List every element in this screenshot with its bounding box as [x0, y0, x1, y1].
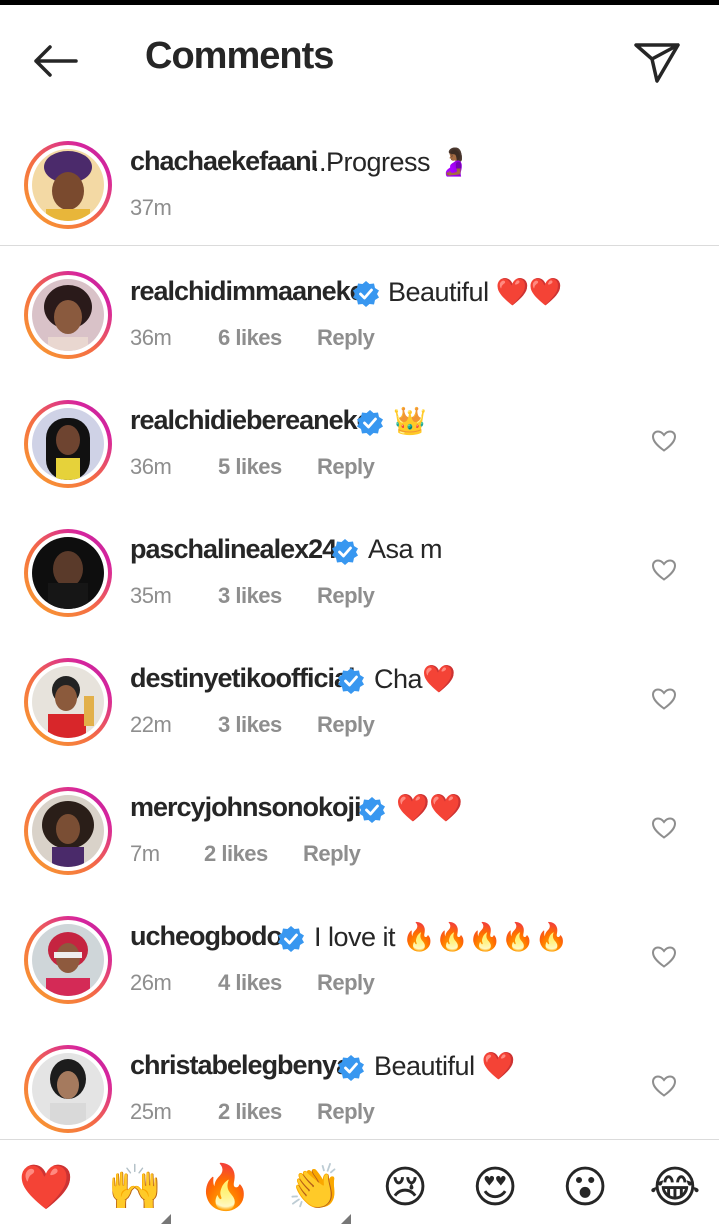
verified-badge-icon [353, 281, 379, 307]
reply-button[interactable]: Reply [317, 583, 375, 609]
comment-time: 25m [130, 1099, 172, 1124]
comment-item: christabelegbenya Beautiful ❤️ 25m 2 lik… [0, 1024, 719, 1153]
comment-item: ucheogbodo I love it 🔥🔥🔥🔥🔥 26m 4 likes R… [0, 895, 719, 1024]
avatar[interactable] [24, 658, 112, 746]
paper-plane-icon [634, 43, 680, 83]
avatar[interactable] [24, 916, 112, 1004]
like-heart-icon[interactable] [651, 945, 677, 969]
page-title: Comments [145, 35, 334, 77]
likes-count[interactable]: 5 likes [218, 454, 282, 480]
like-heart-icon[interactable] [651, 1074, 677, 1098]
verified-badge-icon [332, 539, 358, 565]
likes-count[interactable]: 2 likes [204, 841, 268, 867]
comment-item: destinyetikoofficial Cha❤️ 22m 3 likes R… [0, 637, 719, 766]
verified-badge-icon [359, 797, 385, 823]
comment-username[interactable]: ucheogbodo [130, 921, 283, 952]
reply-button[interactable]: Reply [303, 841, 361, 867]
comment-username[interactable]: paschalinealex24 [130, 534, 337, 565]
comment-item: realchidimmaaneke Beautiful ❤️❤️ 36m 6 l… [0, 250, 719, 379]
comment-item: mercyjohnsonokojie ❤️❤️ 7m 2 likes Reply [0, 766, 719, 895]
comment-text: I love it 🔥🔥🔥🔥🔥 [314, 922, 568, 952]
reaction-laughing-button[interactable]: 😂 [647, 1160, 703, 1216]
post-caption: chachaekefaani ...Progress 🤰🏾 37m [0, 115, 719, 245]
like-heart-icon[interactable] [651, 816, 677, 840]
comment-text: Asa m [368, 534, 443, 564]
likes-count[interactable]: 6 likes [218, 325, 282, 351]
skin-tone-picker-icon [341, 1214, 351, 1224]
comment-time: 36m [130, 325, 172, 350]
clapping-hands-icon: 👏 [287, 1163, 343, 1212]
raised-hands-icon: 🙌 [107, 1163, 163, 1212]
comment-time: 35m [130, 583, 172, 608]
comment-item: realchidiebereaneke 👑 36m 5 likes Reply [0, 379, 719, 508]
verified-badge-icon [278, 926, 304, 952]
share-button[interactable] [630, 37, 684, 87]
reaction-raised-hands-button[interactable]: 🙌 [107, 1160, 171, 1224]
caption-username[interactable]: chachaekefaani [130, 146, 318, 177]
avatar[interactable] [24, 400, 112, 488]
comment-username[interactable]: destinyetikoofficial [130, 663, 356, 694]
comment-text: Cha❤️ [374, 664, 456, 694]
caption-time: 37m [130, 195, 172, 220]
comment-time: 36m [130, 454, 172, 479]
comment-username[interactable]: realchidiebereaneke [130, 405, 372, 436]
comment-username[interactable]: mercyjohnsonokojie [130, 792, 376, 823]
reply-button[interactable]: Reply [317, 970, 375, 996]
reaction-crying-button[interactable]: 😢 [377, 1160, 433, 1216]
comment-text: ❤️❤️ [396, 793, 463, 823]
likes-count[interactable]: 3 likes [218, 583, 282, 609]
verified-badge-icon [338, 668, 364, 694]
reaction-heart-button[interactable]: ❤️ [18, 1160, 74, 1216]
comment-time: 22m [130, 712, 172, 737]
reply-button[interactable]: Reply [317, 1099, 375, 1125]
comment-item: paschalinealex24 Asa m 35m 3 likes Reply [0, 508, 719, 637]
like-heart-icon[interactable] [651, 687, 677, 711]
comment-text: Beautiful ❤️❤️ [388, 277, 562, 307]
reaction-fire-button[interactable]: 🔥 [197, 1160, 253, 1216]
reply-button[interactable]: Reply [317, 712, 375, 738]
comment-username[interactable]: realchidimmaaneke [130, 276, 365, 307]
arrow-left-icon [34, 45, 78, 77]
comment-text: 👑 [393, 406, 427, 436]
reaction-heart-eyes-button[interactable]: 😍 [467, 1160, 523, 1216]
skin-tone-picker-icon [161, 1214, 171, 1224]
likes-count[interactable]: 2 likes [218, 1099, 282, 1125]
avatar[interactable] [24, 787, 112, 875]
reply-button[interactable]: Reply [317, 325, 375, 351]
header: Comments [0, 5, 719, 115]
back-button[interactable] [28, 39, 84, 83]
verified-badge-icon [357, 410, 383, 436]
comment-username[interactable]: christabelegbenya [130, 1050, 351, 1081]
avatar[interactable] [24, 529, 112, 617]
avatar[interactable] [24, 141, 112, 229]
likes-count[interactable]: 3 likes [218, 712, 282, 738]
like-heart-icon[interactable] [651, 558, 677, 582]
caption-text: ...Progress 🤰🏾 [305, 147, 471, 177]
divider [0, 245, 719, 246]
quick-reactions-bar: ❤️ 🙌 🔥 👏 😢 😍 😮 😂 [0, 1139, 719, 1232]
verified-badge-icon [338, 1055, 364, 1081]
comment-time: 26m [130, 970, 172, 995]
reaction-surprised-button[interactable]: 😮 [557, 1160, 613, 1216]
comment-time: 7m [130, 841, 160, 866]
avatar[interactable] [24, 1045, 112, 1133]
likes-count[interactable]: 4 likes [218, 970, 282, 996]
avatar[interactable] [24, 271, 112, 359]
reaction-clapping-button[interactable]: 👏 [287, 1160, 351, 1224]
comment-text: Beautiful ❤️ [374, 1051, 515, 1081]
like-heart-icon[interactable] [651, 429, 677, 453]
reply-button[interactable]: Reply [317, 454, 375, 480]
